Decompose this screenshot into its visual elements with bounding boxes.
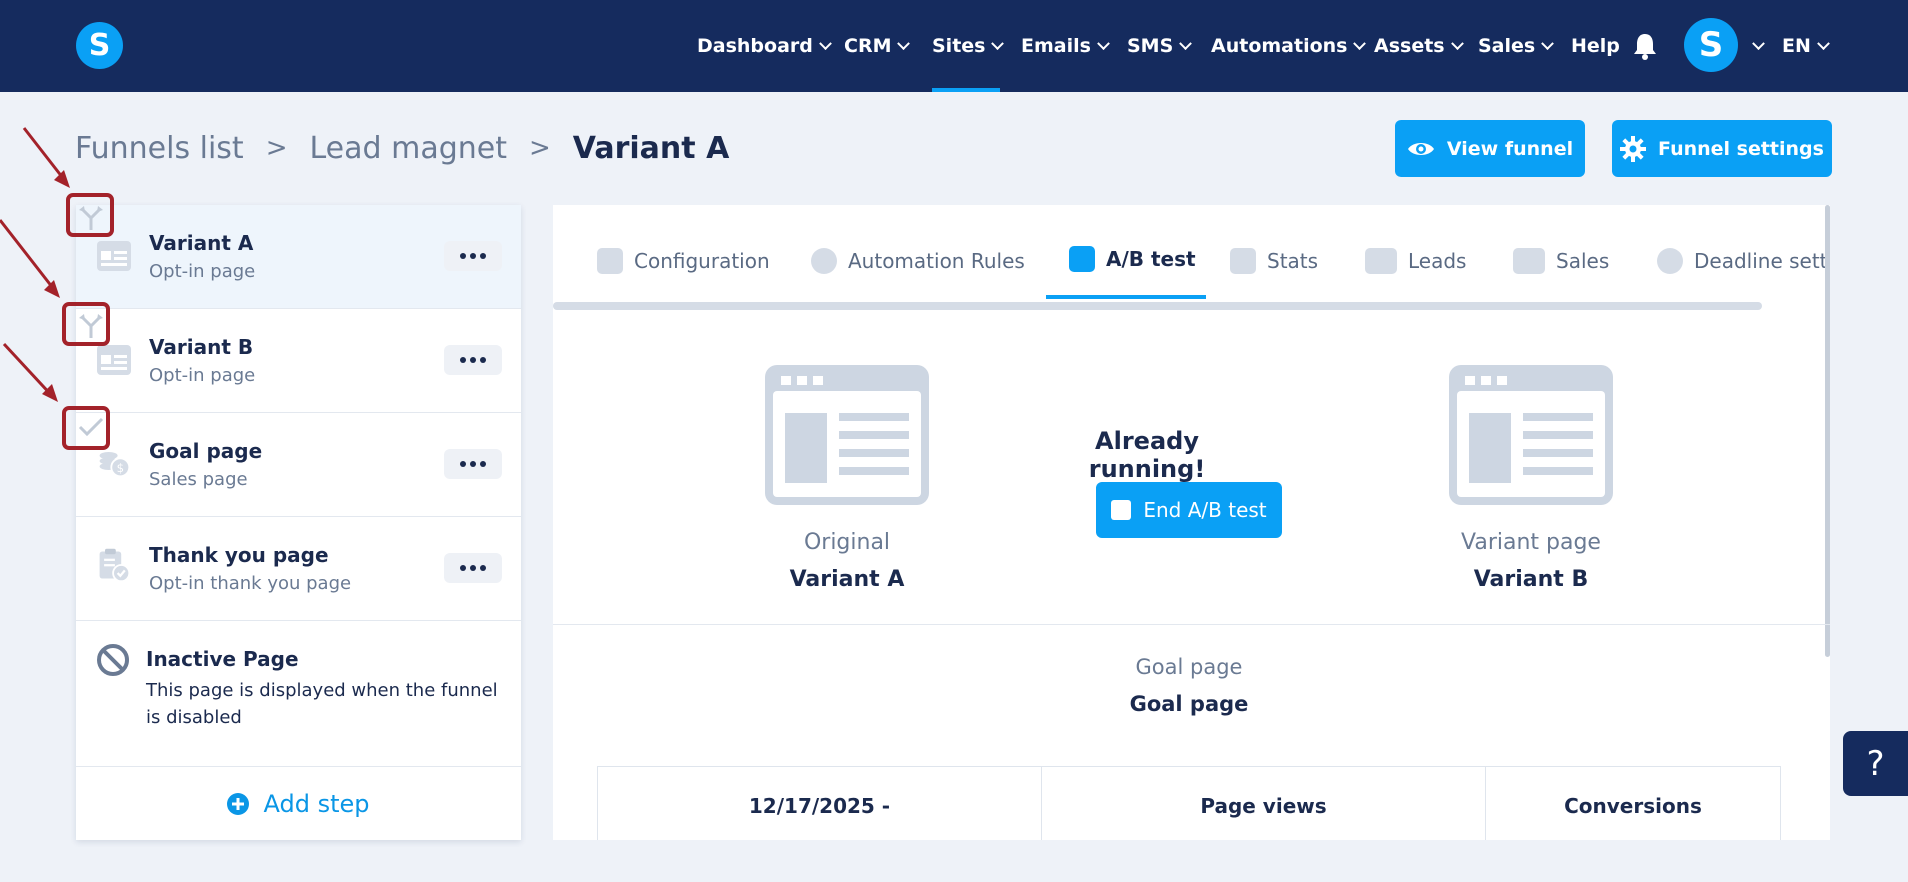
app-logo[interactable]: S <box>76 22 123 69</box>
step-title: Thank you page <box>149 543 329 567</box>
language-selector[interactable]: EN <box>1782 0 1830 92</box>
people-icon <box>1365 248 1397 274</box>
top-navigation-bar: S Dashboard CRM Sites Emails SMS Automat… <box>0 0 1908 92</box>
variant-page-name: Variant B <box>1473 567 1589 592</box>
chevron-down-icon <box>991 36 1005 50</box>
step-subtitle: Sales page <box>149 469 248 490</box>
funnel-steps-sidebar: Variant A Opt-in page Variant B Opt-in p… <box>76 205 521 840</box>
annotation-arrows <box>0 127 70 402</box>
step-variant-b[interactable]: Variant B Opt-in page <box>76 309 521 413</box>
more-options-button[interactable] <box>444 449 502 479</box>
chevron-down-icon <box>819 36 832 50</box>
bar-chart-icon <box>1230 248 1256 274</box>
dollar-icon <box>1513 248 1545 274</box>
tab-automation-rules[interactable]: Automation Rules <box>811 241 1025 281</box>
step-title: Goal page <box>149 439 263 463</box>
main-panel: Configuration Automation Rules A/B test … <box>553 205 1830 840</box>
tab-deadline-settings[interactable]: Deadline sett <box>1657 241 1828 281</box>
step-title: Variant B <box>149 335 254 359</box>
breadcrumb-lead-magnet[interactable]: Lead magnet <box>309 131 507 166</box>
stop-icon <box>1111 500 1132 520</box>
sliders-icon <box>597 248 623 274</box>
tab-leads[interactable]: Leads <box>1365 241 1466 281</box>
avatar[interactable]: S <box>1684 18 1738 72</box>
chevron-down-icon <box>897 36 911 50</box>
gear-icon <box>1620 135 1647 162</box>
plus-circle-icon <box>227 792 250 815</box>
tab-stats[interactable]: Stats <box>1230 241 1318 281</box>
chevron-down-icon <box>1450 36 1464 50</box>
split-test-icon <box>1069 246 1095 272</box>
variant-caption: Variant page <box>1461 530 1601 555</box>
ab-stats-table: 12/17/2025 - Page views Conversions <box>597 766 1781 840</box>
add-step-button[interactable]: Add step <box>76 767 521 840</box>
prohibited-icon <box>97 644 129 676</box>
nav-active-indicator <box>932 88 1000 92</box>
step-goal-page[interactable]: $ Goal page Sales page <box>76 413 521 517</box>
table-header-date: 12/17/2025 - <box>748 794 891 818</box>
nav-sites[interactable]: Sites <box>932 0 1005 92</box>
eye-icon <box>1407 142 1434 155</box>
tab-sales[interactable]: Sales <box>1513 241 1609 281</box>
goal-caption: Goal page <box>1135 655 1243 679</box>
step-variant-a[interactable]: Variant A Opt-in page <box>76 205 521 309</box>
svg-text:$: $ <box>117 461 124 475</box>
goal-page-name: Goal page <box>1129 692 1249 716</box>
nav-sms[interactable]: SMS <box>1127 0 1193 92</box>
original-caption: Original <box>803 530 891 555</box>
step-thank-you-page[interactable]: Thank you page Opt-in thank you page <box>76 517 521 621</box>
nav-sales[interactable]: Sales <box>1478 0 1555 92</box>
step-subtitle: Opt-in page <box>149 365 256 386</box>
more-options-button[interactable] <box>444 553 502 583</box>
nav-dashboard[interactable]: Dashboard <box>697 0 832 92</box>
step-title: Variant A <box>149 231 254 255</box>
end-ab-test-button[interactable]: End A/B test <box>1096 482 1282 538</box>
active-tab-indicator <box>1046 295 1206 299</box>
nav-assets[interactable]: Assets <box>1374 0 1464 92</box>
more-options-button[interactable] <box>444 345 502 375</box>
ab-test-status: Already running! <box>1088 427 1206 483</box>
chevron-down-icon <box>1097 36 1110 50</box>
chevron-right-icon: > <box>265 133 288 163</box>
chevron-down-icon <box>1752 36 1765 50</box>
table-header-page-views: Page views <box>1200 794 1327 818</box>
tab-configuration[interactable]: Configuration <box>597 241 770 281</box>
horizontal-scrollbar[interactable] <box>553 302 1762 310</box>
nav-emails[interactable]: Emails <box>1021 0 1110 92</box>
more-options-button[interactable] <box>444 241 502 271</box>
chevron-down-icon <box>1179 36 1193 50</box>
chevron-down-icon <box>1817 36 1830 50</box>
breadcrumb-funnels-list[interactable]: Funnels list <box>75 131 244 166</box>
inactive-page-description: This page is displayed when the funnel i… <box>146 680 498 728</box>
clock-icon <box>1657 248 1683 274</box>
page-layout-icon <box>97 241 131 271</box>
nav-crm[interactable]: CRM <box>844 0 911 92</box>
funnel-settings-button[interactable]: Funnel settings <box>1612 120 1832 177</box>
help-button[interactable]: ? <box>1843 731 1908 796</box>
page-layout-icon <box>97 345 131 375</box>
table-header-conversions: Conversions <box>1564 794 1702 818</box>
chevron-down-icon <box>1353 36 1367 50</box>
chevron-down-icon <box>1541 36 1555 50</box>
view-funnel-button[interactable]: View funnel <box>1395 120 1585 177</box>
inactive-page-title: Inactive Page <box>146 647 299 671</box>
bell-icon[interactable] <box>1632 32 1658 60</box>
breadcrumb: Funnels list > Lead magnet > Variant A <box>75 126 729 170</box>
page-thumbnail-icon <box>1449 365 1613 505</box>
clipboard-check-icon <box>99 548 131 583</box>
page-thumbnail-icon <box>765 365 929 505</box>
inactive-page-step[interactable]: Inactive Page This page is displayed whe… <box>76 621 521 767</box>
tab-ab-test[interactable]: A/B test <box>1069 239 1196 279</box>
step-subtitle: Opt-in page <box>149 261 256 282</box>
avatar-menu-toggle[interactable] <box>1746 0 1765 92</box>
original-variant-name: Variant A <box>789 567 905 592</box>
lightning-icon <box>811 248 837 274</box>
section-divider <box>553 624 1830 625</box>
page-title: Variant A <box>572 130 730 166</box>
chevron-right-icon: > <box>528 133 551 163</box>
step-subtitle: Opt-in thank you page <box>149 573 352 594</box>
nav-help[interactable]: Help <box>1571 0 1620 92</box>
vertical-scrollbar[interactable] <box>1825 205 1830 657</box>
nav-automations[interactable]: Automations <box>1211 0 1367 92</box>
